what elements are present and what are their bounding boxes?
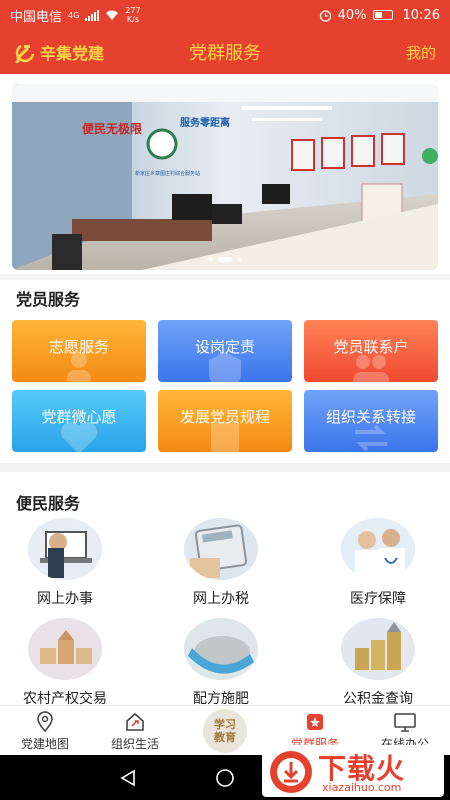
status-bar: 中国电信 4G 277 K/s 40% 10:26 (0, 0, 450, 30)
watermark: 下载火 xiazaihuo.com (262, 745, 444, 797)
tab-label: 组织生活 (110, 737, 159, 751)
home-icon[interactable] (215, 768, 235, 788)
tab-label: 党建地图 (20, 737, 69, 751)
service-medical[interactable]: 医疗保障 (318, 518, 438, 608)
coins-icon (341, 618, 415, 680)
service-online-tax[interactable]: 网上办税 (161, 518, 281, 608)
tile-label: 设岗定责 (194, 337, 255, 356)
carrier-name: 中国电信 (10, 9, 63, 25)
blocks-icon (28, 618, 102, 680)
sign-right-text: 服务零距离 (180, 118, 230, 129)
service-label: 网上办税 (193, 591, 249, 607)
service-fertilizer[interactable]: 配方施肥 (161, 618, 281, 708)
carousel-dot[interactable] (208, 257, 213, 262)
carousel-dot-active[interactable] (218, 257, 232, 262)
tile-member-contact[interactable]: 党员联系户 (304, 320, 438, 382)
doctors-icon (341, 518, 415, 580)
tab-party-map[interactable]: 党建地图 (0, 706, 90, 756)
back-icon[interactable] (118, 768, 138, 788)
laptop-icon (28, 518, 102, 580)
tile-label: 组织关系转接 (325, 407, 416, 426)
network-speed: 277 K/s (125, 6, 141, 24)
service-label: 网上办事 (37, 591, 93, 607)
hammer-sickle-icon (15, 44, 35, 63)
tab-study[interactable]: 学习教育 (180, 706, 270, 756)
battery-icon (372, 10, 393, 20)
brand-name: 辛集党建 (40, 44, 105, 63)
clock: 10:26 (402, 7, 440, 23)
party-star-icon (307, 714, 323, 730)
app-header: 辛集党建 党群服务 我的 (0, 30, 450, 74)
download-logo-icon (270, 751, 312, 793)
org-sign-text: 新家庄乡章图庄村综合服务站 (135, 171, 201, 177)
banner-carousel[interactable]: 便民无极限 服务零距离 新家庄乡章图庄村综合服务站 (12, 84, 438, 270)
calculator-icon (184, 518, 258, 580)
carousel-dots (12, 257, 438, 262)
tile-label: 党群微心愿 (41, 407, 117, 426)
service-housing-fund[interactable]: 公积金查询 (318, 618, 438, 708)
battery-percent: 40% (337, 7, 367, 23)
civil-services-section: 便民服务 网上办事 网上办税 医疗保障 农村产权交易 配方施肥 公积金查询 (0, 472, 450, 708)
tile-volunteer[interactable]: 志愿服务 (12, 320, 146, 382)
tile-label: 发展党员规程 (179, 407, 270, 426)
service-label: 医疗保障 (350, 591, 406, 607)
network-type: 4G (68, 10, 80, 20)
sign-left-text: 便民无极限 (82, 122, 143, 136)
service-property-trade[interactable]: 农村产权交易 (5, 618, 125, 708)
wifi-icon (106, 10, 119, 20)
tile-post-duty[interactable]: 设岗定责 (158, 320, 292, 382)
map-pin-icon (37, 711, 53, 733)
tile-label: 志愿服务 (48, 337, 109, 356)
watermark-url: xiazaihuo.com (322, 781, 402, 794)
party-services-section: 党员服务 志愿服务 设岗定责 党员联系户 党群微心愿 发展党员规程 组织关系转接 (0, 280, 450, 463)
alarm-icon (319, 9, 331, 22)
party-house-icon (126, 712, 144, 731)
section-title: 党员服务 (16, 290, 81, 309)
tab-label: 学习教育 (214, 718, 236, 744)
carousel-dot[interactable] (237, 257, 242, 262)
service-online-affairs[interactable]: 网上办事 (5, 518, 125, 608)
fertilizer-icon (184, 618, 258, 680)
study-icon: 学习教育 (203, 709, 247, 753)
brand-logo: 辛集党建 (14, 40, 104, 64)
monitor-icon (394, 713, 416, 732)
section-title: 便民服务 (16, 494, 81, 513)
mine-button[interactable]: 我的 (406, 42, 436, 63)
banner-section: 便民无极限 服务零距离 新家庄乡章图庄村综合服务站 (0, 74, 450, 274)
signal-icon (85, 9, 100, 21)
tile-label: 党员联系户 (333, 337, 409, 356)
tile-development[interactable]: 发展党员规程 (158, 390, 292, 452)
banner-image (12, 84, 438, 270)
tile-wish[interactable]: 党群微心愿 (12, 390, 146, 452)
tile-transfer[interactable]: 组织关系转接 (304, 390, 438, 452)
tab-org-life[interactable]: 组织生活 (90, 706, 180, 756)
